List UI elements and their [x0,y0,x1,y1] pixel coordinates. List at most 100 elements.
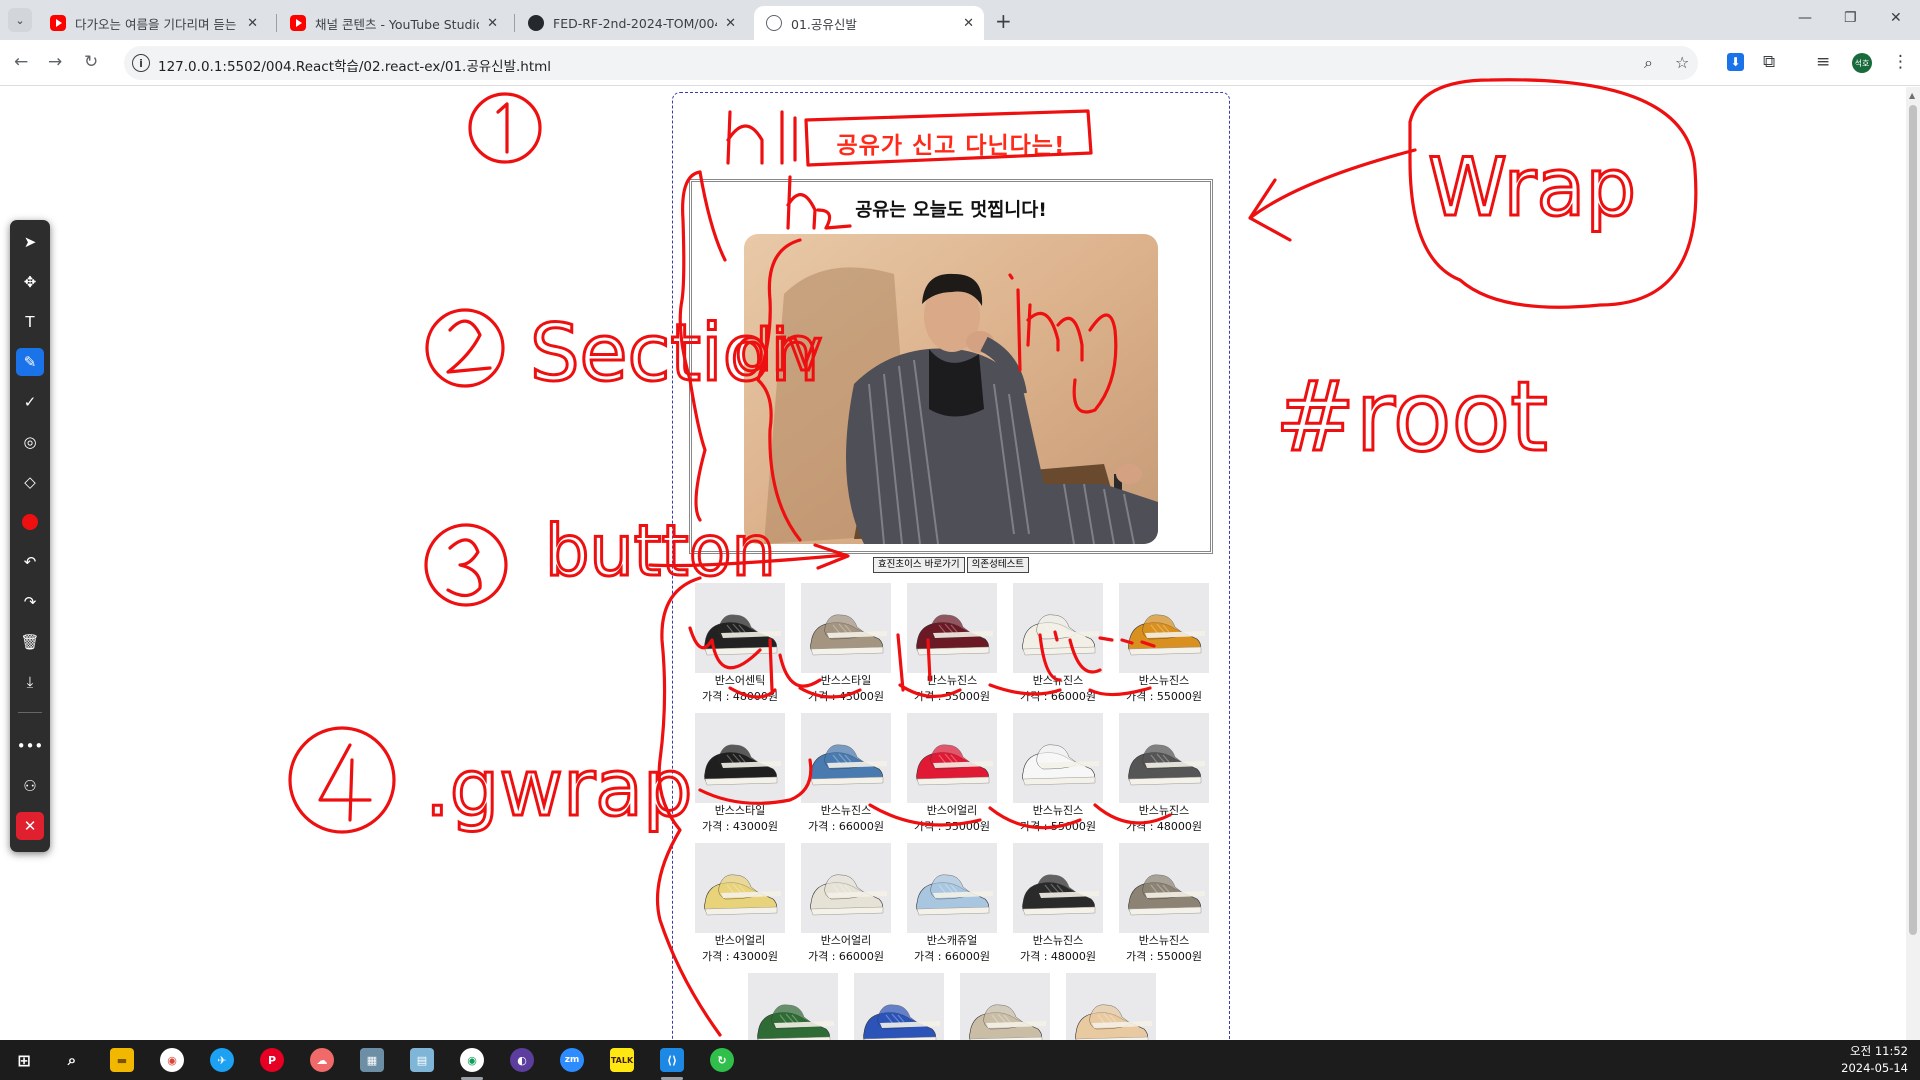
calculator-icon[interactable]: ▦ [360,1048,384,1072]
list-item[interactable] [1066,973,1156,1040]
app-icon[interactable]: ☁ [310,1048,334,1072]
notepad-icon[interactable]: ▤ [410,1048,434,1072]
list-item[interactable]: 반스뉴진스 가격 : 48000원 [1119,713,1209,835]
shoe-image[interactable] [748,973,838,1040]
list-item[interactable]: 반스어얼리 가격 : 43000원 [695,843,785,965]
address-bar[interactable]: i 127.0.0.1:5502/004.React학습/02.react-ex… [124,46,1698,80]
list-item[interactable]: 반스뉴진스 가격 : 55000원 [1119,583,1209,705]
list-item[interactable] [854,973,944,1040]
user-icon[interactable]: ⚇ [16,772,44,800]
shoe-image[interactable] [695,843,785,933]
close-tab-icon[interactable]: ✕ [725,16,736,31]
text-icon[interactable]: T [16,308,44,336]
list-item[interactable]: 반스어얼리 가격 : 55000원 [907,713,997,835]
scroll-up-arrow-icon[interactable]: ▲ [1909,91,1915,100]
refresh-app-icon[interactable]: ↻ [710,1048,734,1072]
list-item[interactable]: 반스스타일 가격 : 43000원 [801,583,891,705]
avatar[interactable]: 석호 [1852,53,1872,73]
list-item[interactable]: 반스캐쥬얼 가격 : 66000원 [907,843,997,965]
vscode-icon[interactable]: ⟨⟩ [660,1048,684,1072]
shoe-image[interactable] [1119,583,1209,673]
list-item[interactable] [748,973,838,1040]
list-item[interactable]: 반스어얼리 가격 : 66000원 [801,843,891,965]
redo-icon[interactable]: ↷ [16,588,44,616]
close-tab-icon[interactable]: ✕ [247,16,258,31]
check-icon[interactable]: ✓ [16,388,44,416]
tab-search-button[interactable]: ⌄ [8,8,32,32]
back-icon[interactable]: ← [14,52,28,72]
close-tab-icon[interactable]: ✕ [487,16,498,31]
tab-1[interactable]: 다가오는 여름을 기다리며 듣는 ✕ [38,6,268,40]
reload-icon[interactable]: ↻ [84,52,98,72]
delete-icon[interactable]: 🗑 [16,628,44,656]
url-text[interactable]: 127.0.0.1:5502/004.React학습/02.react-ex/0… [158,55,551,75]
system-clock[interactable]: 오전 11:52 2024-05-14 [1841,1043,1908,1077]
forward-icon[interactable]: → [48,52,62,72]
shoe-image[interactable] [907,713,997,803]
shoe-image[interactable] [907,583,997,673]
close-icon[interactable]: ✕ [16,812,44,840]
tab-2[interactable]: 채널 콘텐츠 - YouTube Studio ✕ [278,6,508,40]
list-item[interactable]: 반스뉴진스 가격 : 55000원 [1013,713,1103,835]
shoe-image[interactable] [801,713,891,803]
move-icon[interactable]: ✥ [16,268,44,296]
list-item[interactable]: 반스어센틱 가격 : 48000원 [695,583,785,705]
media-control-icon[interactable]: ≡ [1816,52,1830,72]
shoe-image[interactable] [907,843,997,933]
search-icon[interactable]: ⌕ [60,1048,84,1072]
pen-icon[interactable]: ✎ [16,348,44,376]
list-item[interactable]: 반스스타일 가격 : 43000원 [695,713,785,835]
scrollbar-thumb[interactable] [1909,105,1917,935]
more-icon[interactable]: ••• [16,732,44,760]
chrome-profile-icon[interactable]: ◉ [460,1048,484,1072]
shoe-image[interactable] [1066,973,1156,1040]
chrome-icon[interactable]: ◉ [160,1048,184,1072]
app-icon[interactable]: ✈ [210,1048,234,1072]
windows-start-icon[interactable]: ⊞ [12,1048,36,1072]
pinterest-icon[interactable]: P [260,1048,284,1072]
download-icon[interactable]: ⬇ [1727,53,1744,71]
list-item[interactable]: 반스뉴진스 가격 : 55000원 [907,583,997,705]
new-tab-icon[interactable]: + [995,9,1012,33]
file-explorer-icon[interactable]: ▬ [110,1048,134,1072]
github-desktop-icon[interactable]: ◐ [510,1048,534,1072]
save-icon[interactable]: ⤓ [16,668,44,696]
minimize-icon[interactable]: — [1798,10,1812,26]
close-tab-icon[interactable]: ✕ [963,16,974,31]
dependency-test-button[interactable]: 의존성테스트 [966,557,1030,573]
shoe-image[interactable] [695,583,785,673]
close-window-icon[interactable]: ✕ [1890,10,1902,26]
list-item[interactable]: 반스뉴진스 가격 : 66000원 [1013,583,1103,705]
list-item[interactable]: 반스뉴진스 가격 : 66000원 [801,713,891,835]
page-scrollbar[interactable]: ▲ [1906,87,1920,1040]
tab-3[interactable]: FED-RF-2nd-2024-TOM/004.Re ✕ [516,6,746,40]
zoom-app-icon[interactable]: zm [560,1048,584,1072]
tab-4-active[interactable]: 01.공유신발 ✕ [754,6,984,40]
list-item[interactable]: 반스뉴진스 가격 : 48000원 [1013,843,1103,965]
eraser-icon[interactable]: ◇ [16,468,44,496]
shoe-image[interactable] [1013,583,1103,673]
bookmark-star-icon[interactable]: ☆ [1675,53,1689,72]
shoe-image[interactable] [801,843,891,933]
list-item[interactable]: 반스뉴진스 가격 : 55000원 [1119,843,1209,965]
shoe-image[interactable] [960,973,1050,1040]
shoe-image[interactable] [1013,713,1103,803]
shoe-image[interactable] [1119,713,1209,803]
site-info-icon[interactable]: i [132,54,150,72]
shoe-image[interactable] [801,583,891,673]
hyojin-choice-button[interactable]: 효진초이스 바로가기 [872,557,965,573]
shoe-image[interactable] [695,713,785,803]
kakaotalk-icon[interactable]: TALK [610,1048,634,1072]
undo-icon[interactable]: ↶ [16,548,44,576]
restore-icon[interactable]: ❐ [1844,10,1857,26]
shoe-image[interactable] [854,973,944,1040]
menu-kebab-icon[interactable]: ⋮ [1892,52,1909,72]
color-red-icon[interactable] [16,508,44,536]
spotlight-icon[interactable]: ◎ [16,428,44,456]
extensions-icon[interactable]: ⧉ [1763,52,1775,72]
zoom-icon[interactable]: ⌕ [1644,53,1653,73]
shoe-image[interactable] [1119,843,1209,933]
shoe-image[interactable] [1013,843,1103,933]
list-item[interactable] [960,973,1050,1040]
pointer-icon[interactable]: ➤ [16,228,44,256]
